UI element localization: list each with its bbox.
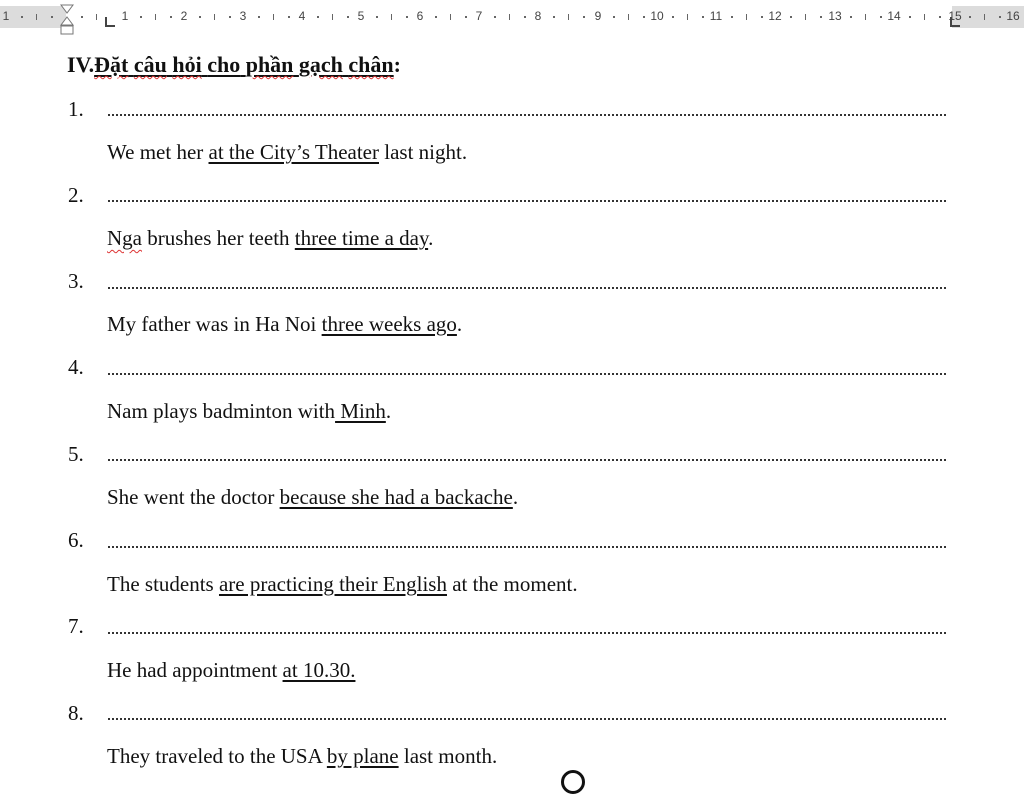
underlined-part: are practicing their English bbox=[218, 572, 447, 596]
ruler-label: 16 bbox=[1006, 9, 1020, 23]
underlined-part: at the City’s Theater bbox=[208, 140, 379, 164]
ruler-label: 14 bbox=[887, 9, 901, 23]
answer-line[interactable] bbox=[108, 718, 946, 720]
ruler-label: 5 bbox=[357, 9, 365, 23]
item-number: 2. bbox=[68, 183, 84, 207]
tab-stop-icon[interactable] bbox=[105, 17, 115, 27]
sentence: She went the doctor because she had a ba… bbox=[107, 485, 519, 509]
heading-word: gạch bbox=[298, 52, 343, 77]
ruler-label: 10 bbox=[650, 9, 664, 23]
ruler-label: 2 bbox=[180, 9, 188, 23]
ruler-label: 6 bbox=[416, 9, 424, 23]
ruler-label: 13 bbox=[828, 9, 842, 23]
underlined-part: three time a day bbox=[294, 226, 429, 250]
touch-cursor-icon bbox=[561, 770, 585, 794]
ruler-label: 7 bbox=[475, 9, 483, 23]
heading-word: phần bbox=[245, 52, 294, 77]
answer-line[interactable] bbox=[108, 373, 946, 375]
item-number: 3. bbox=[68, 269, 84, 293]
heading-word: chân bbox=[348, 52, 394, 77]
ruler-label: 1 bbox=[121, 9, 129, 23]
horizontal-ruler[interactable]: 1 1 2 3 4 5 6 7 8 9 10 11 12 13 14 15 16 bbox=[0, 0, 1024, 36]
heading-word: Đặt bbox=[94, 52, 129, 77]
heading-word: cho bbox=[207, 52, 241, 77]
ruler-label: 4 bbox=[298, 9, 306, 23]
sentence: The students are practicing their Englis… bbox=[107, 572, 578, 596]
answer-line[interactable] bbox=[108, 114, 946, 116]
underlined-part: three weeks ago bbox=[321, 312, 457, 336]
sentence: We met her at the City’s Theater last ni… bbox=[107, 140, 468, 164]
heading-word: câu bbox=[133, 52, 167, 77]
item-number: 8. bbox=[68, 701, 84, 725]
item-number: 6. bbox=[68, 528, 84, 552]
item-number: 7. bbox=[68, 614, 84, 638]
sentence: Nga brushes her teeth three time a day. bbox=[107, 226, 434, 250]
item-number: 5. bbox=[68, 442, 84, 466]
spellcheck-word: Nga bbox=[107, 226, 142, 250]
sentence: He had appointment at 10.30. bbox=[107, 658, 356, 682]
underlined-part: by plane bbox=[326, 744, 399, 768]
answer-line[interactable] bbox=[108, 459, 946, 461]
ruler-label: 9 bbox=[594, 9, 602, 23]
ruler-label: 1 bbox=[2, 9, 10, 23]
underlined-part: Minh bbox=[335, 399, 386, 423]
answer-line[interactable] bbox=[108, 546, 946, 548]
ruler-label: 12 bbox=[768, 9, 782, 23]
ruler-label: 11 bbox=[709, 9, 723, 23]
item-number: 1. bbox=[68, 97, 84, 121]
item-number: 4. bbox=[68, 355, 84, 379]
sentence: Nam plays badminton with Minh. bbox=[107, 399, 392, 423]
ruler-label: 8 bbox=[534, 9, 542, 23]
heading-colon: : bbox=[393, 52, 401, 77]
exercise-heading: IV.Đặt câu hỏi cho phần gạch chân: bbox=[67, 52, 401, 78]
ruler-label: 3 bbox=[239, 9, 247, 23]
heading-roman: IV. bbox=[67, 52, 95, 77]
underlined-part: at 10.30. bbox=[282, 658, 356, 682]
heading-word: hỏi bbox=[172, 52, 202, 77]
sentence: They traveled to the USA by plane last m… bbox=[107, 744, 498, 768]
indent-marker-icon[interactable] bbox=[60, 4, 74, 36]
answer-line[interactable] bbox=[108, 632, 946, 634]
underlined-part: because she had a backache bbox=[279, 485, 513, 509]
right-indent-icon[interactable] bbox=[950, 17, 960, 27]
answer-line[interactable] bbox=[108, 200, 946, 202]
sentence: My father was in Ha Noi three weeks ago. bbox=[107, 312, 463, 336]
answer-line[interactable] bbox=[108, 287, 946, 289]
